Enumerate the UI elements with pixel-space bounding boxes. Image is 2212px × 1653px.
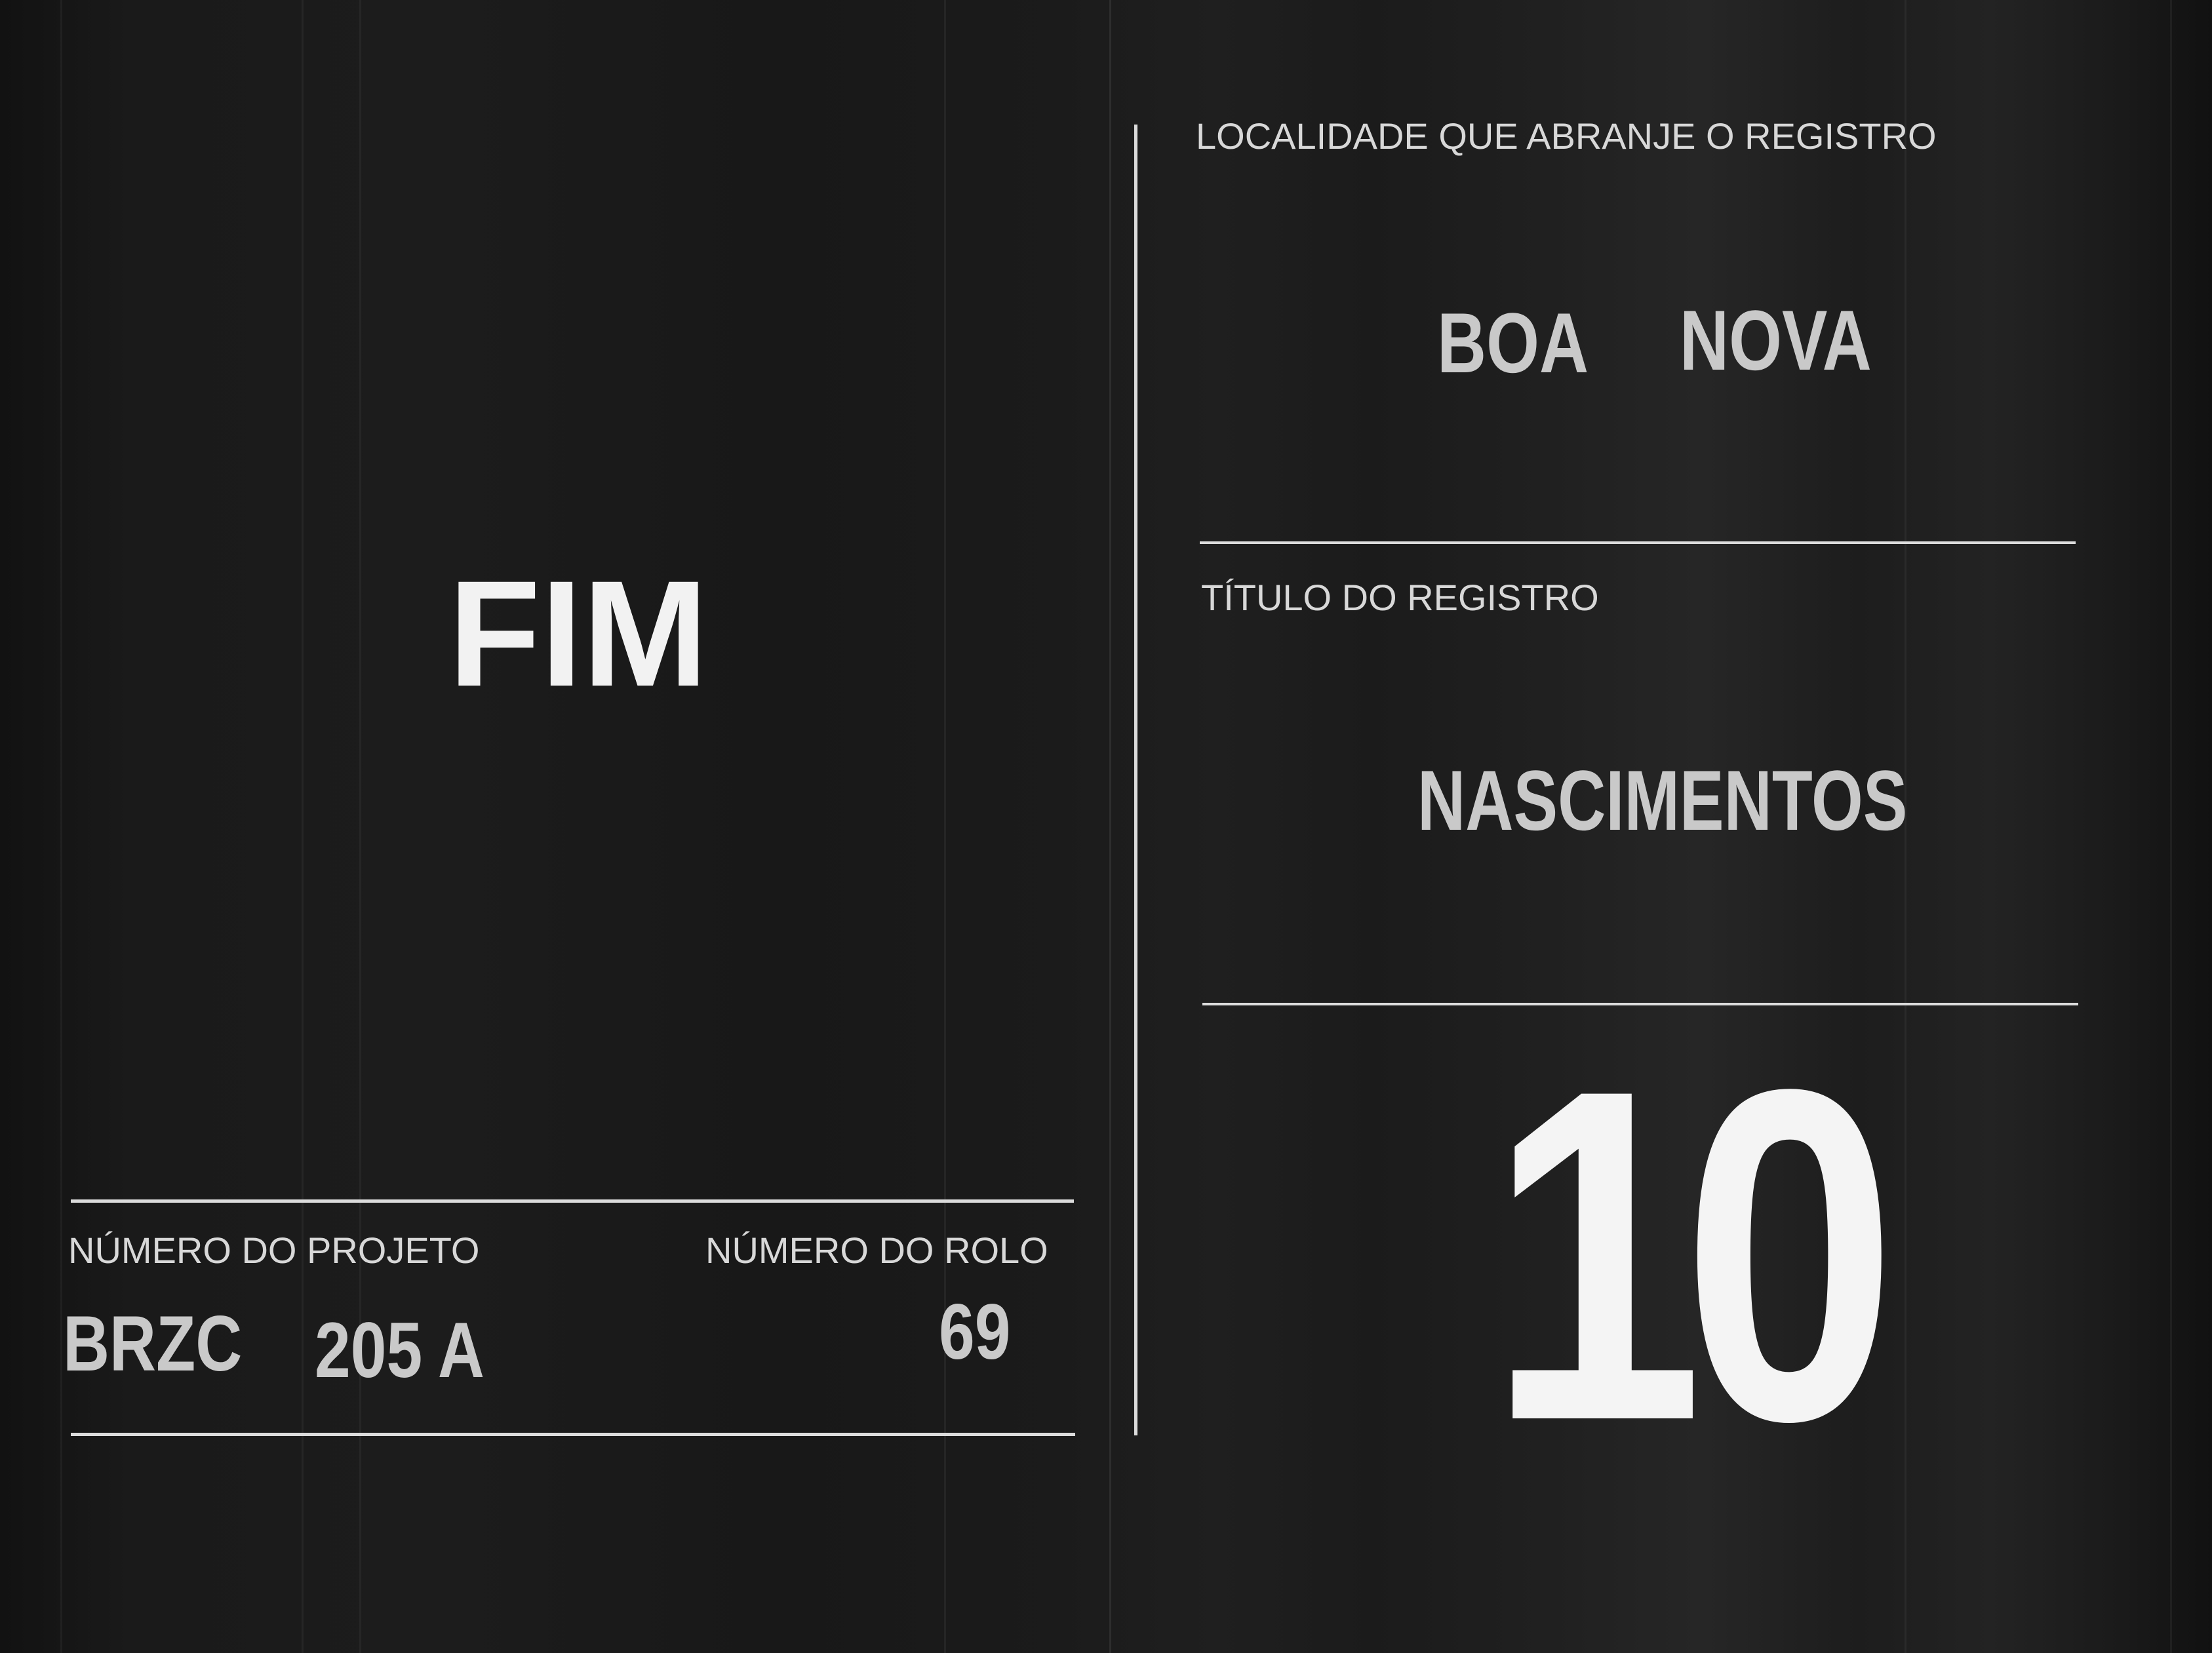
project-number-prefix: BRZC [63,1300,243,1388]
film-streak [60,0,62,1653]
divider-line [1200,541,2076,544]
vertical-divider-line [1134,125,1137,1435]
register-title-value: NASCIMENTOS [1417,752,1908,848]
item-number: 10 [1488,991,1897,1519]
locality-value-first: BOA [1437,295,1589,391]
film-streak [359,0,361,1653]
divider-line [71,1199,1074,1203]
roll-number-label: NÚMERO DO ROLO [705,1230,1048,1271]
film-streak [302,0,304,1653]
locality-value-second: NOVA [1680,292,1872,388]
end-marker: FIM [448,549,708,718]
project-number-code: 205 A [315,1306,484,1394]
locality-label: LOCALIDADE QUE ABRANJE O REGISTRO [1196,115,1937,157]
microfilm-target-card: FIM NÚMERO DO PROJETO NÚMERO DO ROLO BRZ… [0,0,2212,1653]
film-streak [2170,0,2172,1653]
film-streak [944,0,946,1653]
project-number-label: NÚMERO DO PROJETO [68,1230,480,1271]
register-title-label: TÍTULO DO REGISTRO [1201,577,1599,618]
roll-number-value: 69 [939,1288,1011,1376]
film-streak [1109,0,1111,1653]
divider-line [71,1433,1075,1436]
